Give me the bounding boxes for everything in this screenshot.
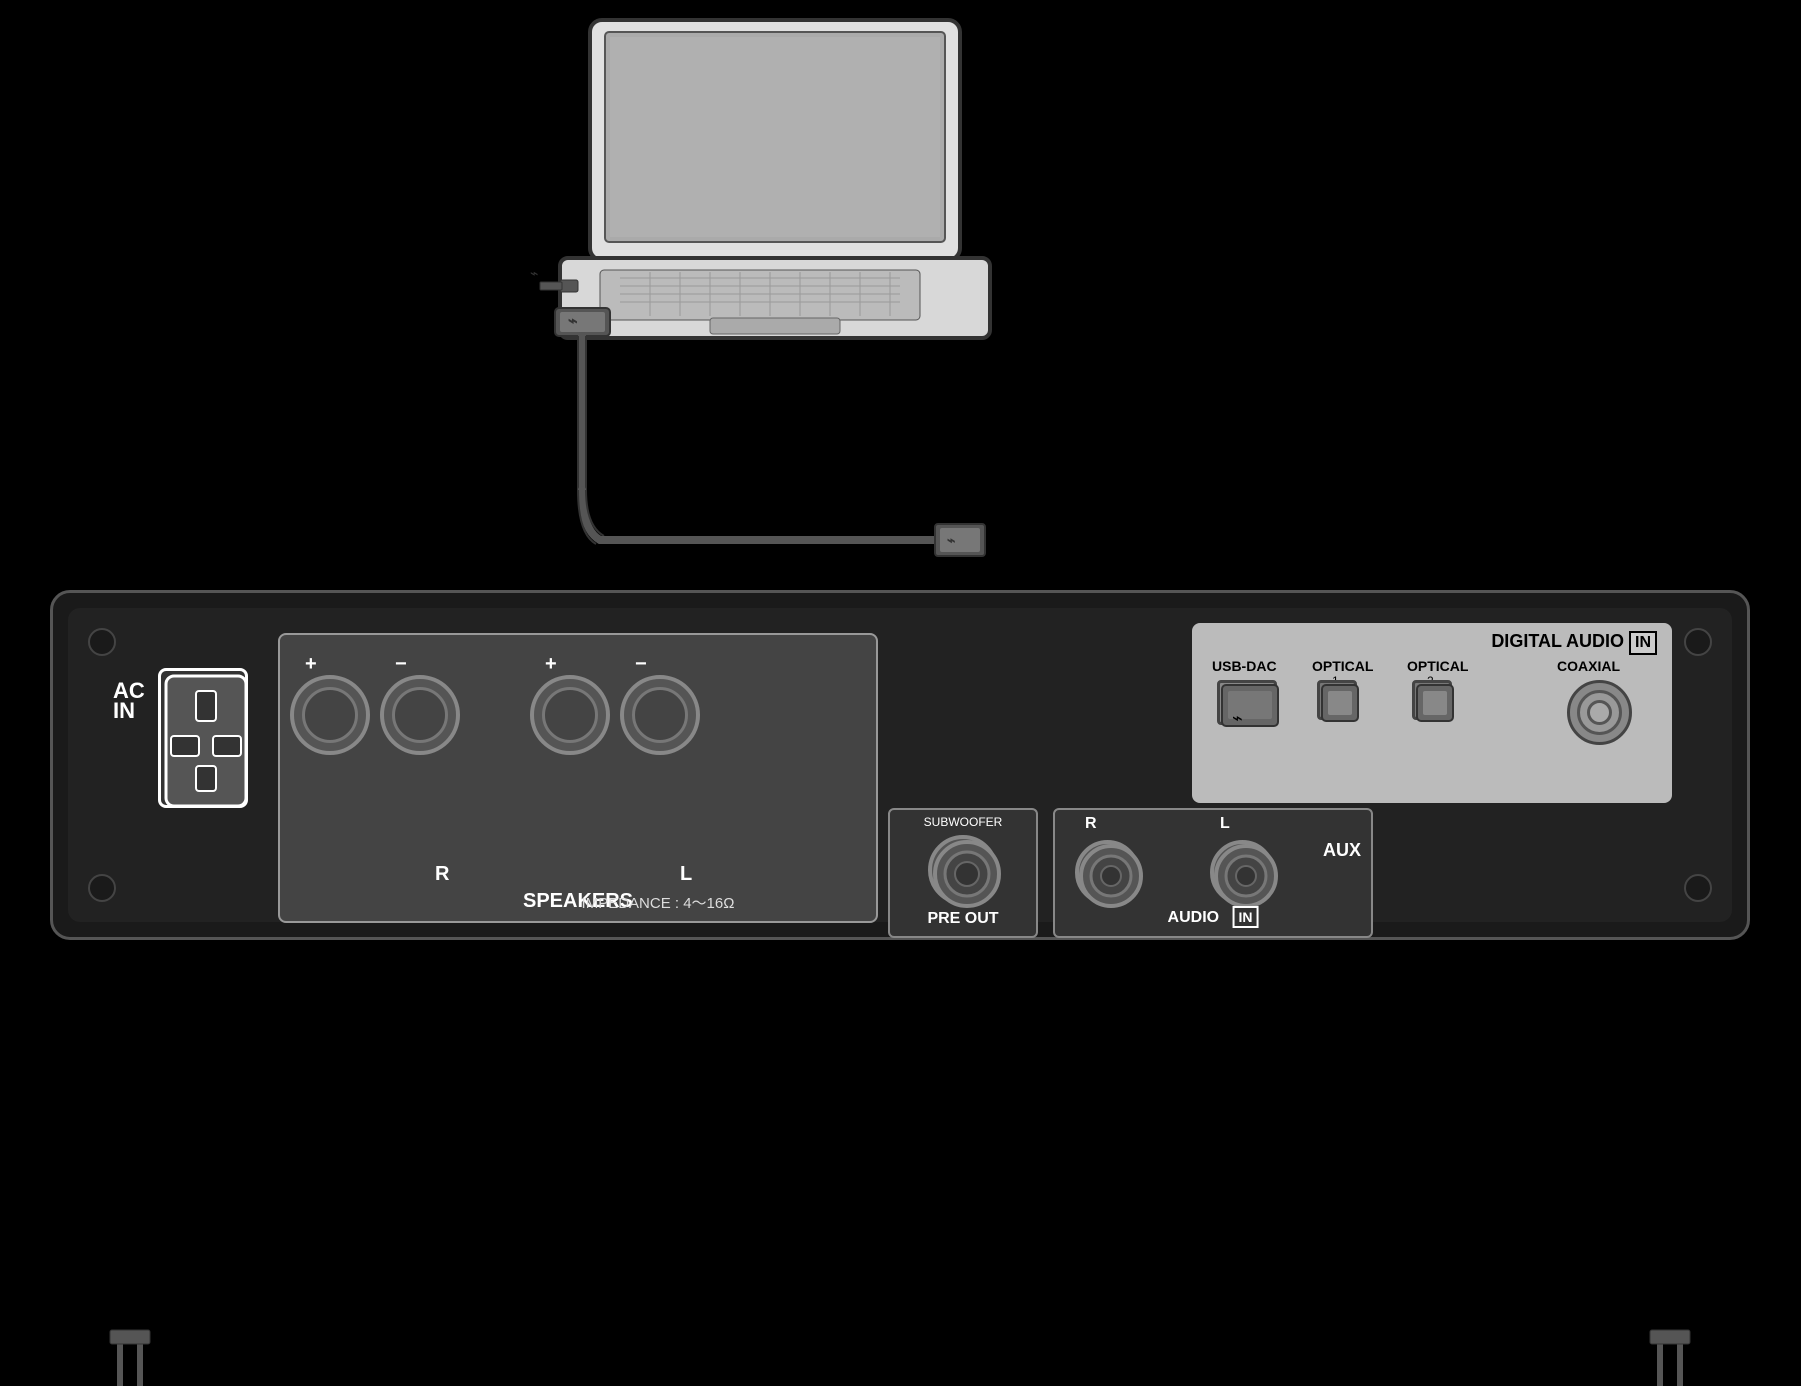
optical-1-socket <box>1317 680 1357 720</box>
digital-audio-label: DIGITAL AUDIO IN <box>1491 631 1657 655</box>
speakers-section: + − + − R L SPEAKERS IMPEDANCE : 4～16Ω <box>278 633 878 923</box>
digital-audio-in-box: IN <box>1629 631 1657 655</box>
amp-panel: AC IN <box>50 590 1750 940</box>
usb-dac-socket <box>1217 680 1277 725</box>
speaker-r-plus-label: + <box>305 653 317 676</box>
coaxial-socket <box>1567 680 1632 745</box>
optical-2-port: OPTICAL 2 <box>1407 658 1462 723</box>
amp-panel-inner: AC IN <box>68 608 1732 922</box>
coaxial-label: COAXIAL <box>1557 658 1620 674</box>
screw-bottom-right <box>1684 874 1712 902</box>
speaker-r-minus-label: − <box>395 653 407 676</box>
usb-dac-label: USB-DAC <box>1212 658 1277 674</box>
diagram-container: ⌁ ⌁ ⌁ <box>0 0 1801 1386</box>
ac-in-label2: IN <box>113 698 135 724</box>
speaker-r-plus-terminal <box>290 675 370 755</box>
audio-in-r-knob <box>1075 840 1140 905</box>
subwoofer-label: SUBWOOFER <box>924 815 1003 829</box>
digital-audio-text: DIGITAL AUDIO <box>1491 631 1624 651</box>
speaker-l-channel-label: L <box>680 863 692 886</box>
preout-label: PRE OUT <box>927 910 998 928</box>
speaker-l-plus-terminal <box>530 675 610 755</box>
speaker-l-minus-label: − <box>635 653 647 676</box>
coaxial-port: COAXIAL <box>1557 658 1647 758</box>
optical-1-label: OPTICAL <box>1312 658 1373 674</box>
svg-text:⌁: ⌁ <box>530 265 538 281</box>
aux-label: AUX <box>1323 840 1361 861</box>
audio-in-section: R L AUX <box>1053 808 1373 938</box>
optical-2-socket <box>1412 680 1452 720</box>
speaker-l-minus-terminal <box>620 675 700 755</box>
preout-section: SUBWOOFER PRE OUT <box>888 808 1038 938</box>
audio-in-r-label: R <box>1085 815 1097 833</box>
audio-text: AUDIO <box>1168 909 1220 926</box>
speaker-l-plus-label: + <box>545 653 557 676</box>
laptop-illustration: ⌁ <box>530 10 1030 390</box>
optical-1-port: OPTICAL 1 <box>1312 658 1367 723</box>
optical-2-label: OPTICAL <box>1407 658 1468 674</box>
usb-dac-port: USB-DAC ⌁ <box>1212 658 1292 728</box>
audio-in-box: IN <box>1232 906 1258 928</box>
audio-in-l-label: L <box>1220 815 1230 833</box>
ac-socket <box>158 668 248 808</box>
screw-top-right <box>1684 628 1712 656</box>
audio-in-label: AUDIO IN <box>1168 906 1259 928</box>
impedance-label: IMPEDANCE : 4～16Ω <box>582 892 735 913</box>
preout-knob <box>928 835 998 905</box>
svg-text:⌁: ⌁ <box>947 532 955 548</box>
usb-dac-symbol: ⌁ <box>1232 708 1243 729</box>
speaker-r-minus-terminal <box>380 675 460 755</box>
audio-in-l-knob <box>1210 840 1275 905</box>
speaker-r-channel-label: R <box>435 863 449 886</box>
ac-in-section: AC IN <box>108 638 268 918</box>
digital-audio-section: DIGITAL AUDIO IN USB-DAC ⌁ <box>1192 623 1672 803</box>
